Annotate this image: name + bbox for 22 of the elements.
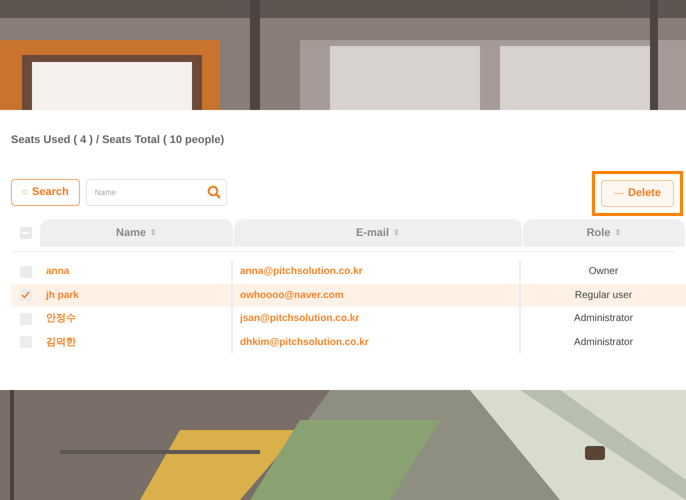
search-field[interactable]: Name bbox=[86, 178, 227, 206]
sort-icon: ⇕ bbox=[150, 227, 157, 239]
table-cell-text: Administrator bbox=[573, 312, 634, 326]
table-cell: dhkim@pitchsolution.co.kr bbox=[233, 330, 521, 354]
table-row[interactable]: jh park owhoooo@naver.com Regular user bbox=[11, 284, 686, 307]
sort-icon: ⇕ bbox=[393, 227, 400, 239]
seat-summary: Seats Used ( 4 ) / Seats Total ( 10 people) bbox=[11, 133, 226, 148]
check-icon bbox=[21, 291, 30, 300]
column-header[interactable]: E-mail ⇕ bbox=[234, 219, 522, 247]
search-icon bbox=[206, 184, 221, 198]
table-cell-text: Owner bbox=[588, 265, 620, 280]
sort-icon: ⇕ bbox=[614, 227, 622, 239]
table-cell: 김덕한 bbox=[40, 330, 233, 354]
column-header[interactable]: Role ⇕ bbox=[523, 219, 685, 247]
table-cell-text: Administrator bbox=[573, 336, 634, 350]
table-cell-text: Regular user bbox=[574, 288, 634, 303]
search-button[interactable]: ○ Search bbox=[11, 178, 80, 206]
circle-icon: ○ bbox=[22, 184, 28, 200]
row-checkbox[interactable] bbox=[20, 289, 32, 302]
delete-button[interactable]: — Delete bbox=[600, 180, 674, 206]
column-header[interactable]: Name ⇕ bbox=[40, 219, 233, 247]
minus-icon: — bbox=[614, 186, 624, 200]
